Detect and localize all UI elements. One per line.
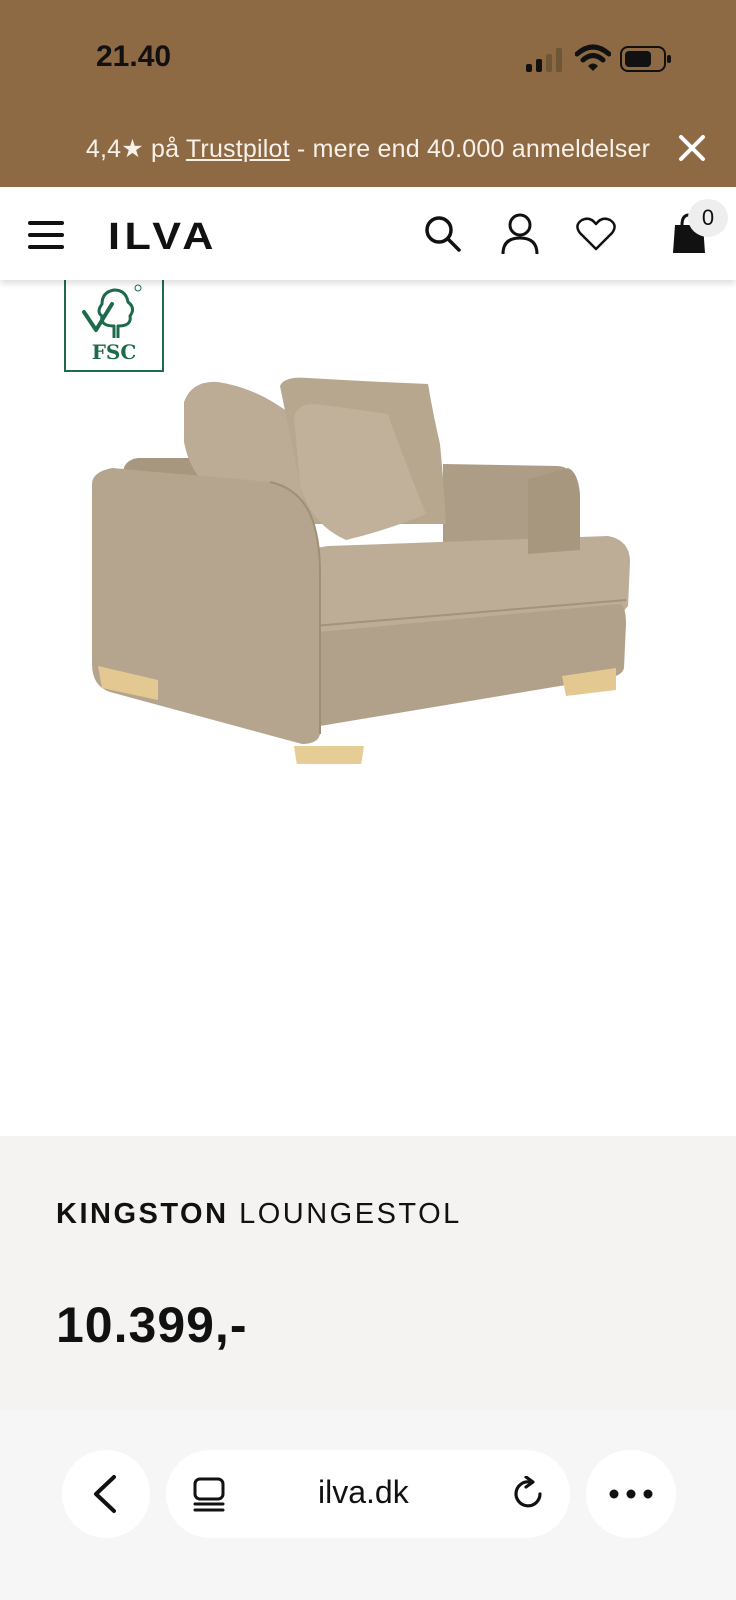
rating-text: 4,4★ på [85, 135, 186, 163]
product-title: KINGSTON LOUNGESTOL [56, 1198, 462, 1231]
back-button[interactable] [62, 1450, 150, 1538]
reviews-text: - mere end 40.000 anmeldelser [289, 135, 651, 163]
ilva-logo[interactable]: ILVA [108, 219, 220, 251]
product-info-panel [0, 1136, 736, 1410]
trustpilot-banner: 4,4★ på Trustpilot - mere end 40.000 anm… [0, 110, 736, 187]
status-bar: 21.40 [0, 0, 736, 110]
product-price: 10.399,- [56, 1297, 248, 1353]
site-header: ILVA [0, 187, 736, 280]
chevron-left-icon [94, 1475, 116, 1513]
status-time: 21.40 [96, 40, 172, 73]
trustpilot-link[interactable]: Trustpilot [186, 135, 290, 163]
reload-icon[interactable] [512, 1476, 546, 1512]
tabs-icon[interactable] [192, 1476, 226, 1512]
close-icon[interactable] [678, 134, 706, 162]
fsc-label: FSC [91, 340, 137, 364]
product-type: LOUNGESTOL [228, 1198, 462, 1230]
fsc-badge: FSC [64, 280, 164, 372]
account-icon[interactable] [500, 213, 540, 255]
more-button[interactable] [586, 1450, 676, 1538]
url-text[interactable]: ilva.dk [318, 1474, 409, 1511]
product-gallery [0, 280, 736, 1335]
logo-text: ILVA [108, 219, 218, 251]
product-brand: KINGSTON [56, 1198, 229, 1230]
menu-icon[interactable] [28, 221, 64, 249]
search-icon[interactable] [424, 215, 462, 253]
cellular-signal-icon [526, 48, 562, 72]
cart-count-badge[interactable]: 0 [688, 199, 728, 237]
wifi-icon [575, 44, 611, 71]
fsc-tree-icon [82, 284, 142, 338]
main-product-image[interactable] [88, 374, 648, 764]
heart-icon[interactable] [576, 217, 616, 251]
battery-icon [620, 46, 671, 72]
banner-text: 4,4★ på Trustpilot - mere end 40.000 anm… [0, 134, 736, 164]
more-icon [609, 1489, 653, 1499]
